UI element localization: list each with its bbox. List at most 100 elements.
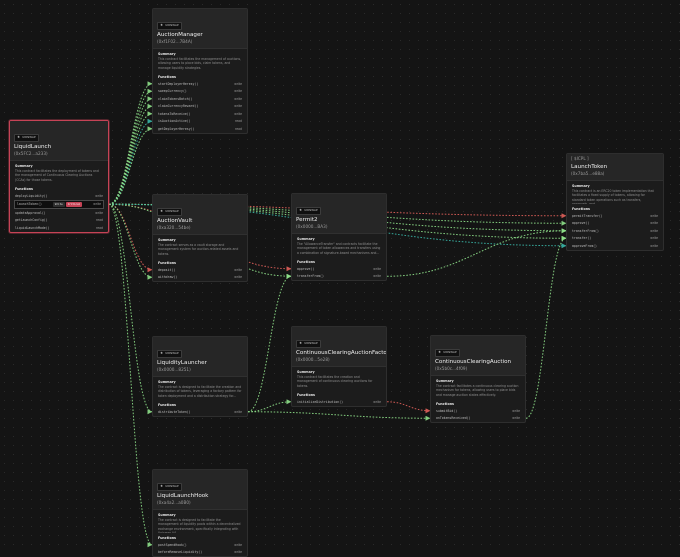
function-row[interactable]: sweepCurrency() write: [153, 88, 247, 96]
function-name: deposit(): [158, 267, 176, 272]
function-row[interactable]: transferFrom() write: [567, 227, 663, 235]
protocol-badge-label: UNISWAP: [443, 351, 457, 354]
function-row[interactable]: deployLiquidity() write: [10, 192, 108, 200]
function-visibility: write: [234, 409, 242, 414]
function-row[interactable]: distributeToken() write: [153, 408, 247, 416]
summary-heading: Summary: [158, 52, 176, 56]
summary-text: The "AllowanceTransfer" and contracts fa…: [297, 242, 381, 255]
protocol-badge: ★ UNISWAP: [157, 482, 182, 491]
function-row[interactable]: transferFrom() write: [292, 273, 386, 281]
summary-heading: Summary: [297, 237, 315, 241]
unicorn-icon: ★: [438, 350, 442, 354]
function-row[interactable]: approveFrom() write: [567, 242, 663, 250]
call-edge: [108, 203, 153, 548]
call-edge: [108, 88, 153, 205]
function-row[interactable]: claimCurrencyReward() write: [153, 103, 247, 111]
functions-heading: Functions: [158, 75, 177, 79]
contract-address: (0x5FC2...a233): [14, 151, 48, 156]
function-visibility: write: [234, 550, 242, 555]
function-name: initializeDistribution(): [297, 399, 344, 404]
function-row[interactable]: deposit() write: [153, 266, 247, 274]
contract-address: (0x0000...5e28): [296, 357, 330, 362]
unicorn-icon: ★: [17, 135, 21, 139]
function-visibility: write: [373, 399, 381, 404]
function-row[interactable]: approve() write: [292, 265, 386, 273]
contract-address: (0x0000...8251): [157, 367, 191, 372]
function-row[interactable]: postSpendHook() write: [153, 541, 247, 549]
call-edge: [108, 118, 153, 205]
function-row[interactable]: updateApproval() write: [10, 209, 108, 217]
function-row[interactable]: tokensToReceive() write: [153, 110, 247, 118]
function-row[interactable]: initializeDistribution() write: [292, 398, 386, 406]
function-visibility: write: [234, 104, 242, 109]
function-name: beforeRemoveLiquidity(): [158, 550, 203, 555]
function-row[interactable]: getLaunchConfig() read: [10, 217, 108, 225]
contract-header: ★ UNISWAP AuctionManager (0xf1F02...7B4A): [153, 9, 247, 49]
function-visibility: write: [650, 243, 658, 248]
function-visibility: write: [95, 210, 103, 215]
contract-address: (0xa320...54be): [157, 225, 191, 230]
function-tags: Write Critical: [52, 201, 83, 207]
contract-title: AuctionManager: [157, 32, 203, 38]
call-edge: [108, 111, 153, 205]
protocol-badge-label: UNISWAP: [304, 342, 318, 345]
function-name: sweepCurrency(): [158, 89, 187, 94]
unicorn-icon: ★: [299, 208, 303, 212]
function-name: tokensToReceive(): [158, 111, 191, 116]
protocol-badge: ★ UNISWAP: [296, 339, 321, 348]
unicorn-icon: ★: [160, 23, 164, 27]
function-row[interactable]: claimTokensBatch() write: [153, 95, 247, 103]
contract-card-liquidity-launcher[interactable]: ★ UNISWAP LiquidityLauncher (0x0000...8251)…: [152, 336, 248, 417]
summary-text: This contract facilitates the creation a…: [297, 375, 373, 388]
contract-card-launch-token[interactable]: [ $ICPL ] LaunchToken (0x7ba5...e88a) Summa…: [566, 153, 664, 251]
function-row[interactable]: liquidLaunchMode() read: [10, 224, 108, 232]
protocol-badge-label: UNISWAP: [165, 24, 179, 27]
contract-card-permit2[interactable]: ★ UNISWAP Permit2 (0x0000...BA3) Summary The …: [291, 193, 387, 281]
function-name: liquidLaunchMode(): [15, 225, 50, 230]
function-row[interactable]: withdraw() write: [153, 274, 247, 282]
function-name: isAuctionActive(): [158, 119, 191, 124]
function-row[interactable]: getDeployerHeresy() read: [153, 125, 247, 133]
function-row[interactable]: isAuctionActive() read: [153, 118, 247, 126]
function-row[interactable]: submitBid() write: [431, 407, 525, 415]
call-edge: [247, 273, 292, 413]
contract-header: ★ UNISWAP LiquidLaunchHook (0xa4a2...a0B0): [153, 470, 247, 510]
write-tag: Write: [52, 201, 65, 207]
function-name: claimCurrencyReward(): [158, 104, 199, 109]
contract-card-liquid-launch[interactable]: ★ UNISWAP LiquidLaunch (0x5FC2...a233) Summa…: [9, 120, 109, 233]
unicorn-icon: ★: [160, 351, 164, 355]
contract-card-cca[interactable]: ★ UNISWAP ContinuousClearingAuction (0x5b0c…: [430, 335, 526, 423]
protocol-badge: ★ UNISWAP: [14, 133, 39, 142]
contract-address: (0x5b0c...4f09): [435, 366, 468, 371]
function-row[interactable]: approve() write: [567, 220, 663, 228]
summary-heading: Summary: [158, 238, 176, 242]
function-row[interactable]: transfer() write: [567, 235, 663, 243]
function-name: updateApproval(): [15, 210, 46, 215]
function-name: getLaunchConfig(): [15, 218, 48, 223]
function-name: postSpendHook(): [158, 542, 187, 547]
functions-heading: Functions: [158, 261, 177, 265]
contract-title: LaunchToken: [571, 164, 608, 170]
contract-card-auction-vault[interactable]: ★ UNISWAP AuctionVault (0xa320...54be) Summa…: [152, 194, 248, 282]
contract-card-liquid-launch-hook[interactable]: ★ UNISWAP LiquidLaunchHook (0xa4a2...a0B0) S…: [152, 469, 248, 557]
functions-heading: Functions: [572, 207, 591, 211]
function-name: approve(): [572, 221, 590, 226]
protocol-badge-label: UNISWAP: [165, 210, 179, 213]
contract-header: ★ UNISWAP LiquidityLauncher (0x0000...8251): [153, 337, 247, 377]
function-row[interactable]: startDeployerHeresy() write: [153, 80, 247, 88]
contract-header: ★ UNISWAP LiquidLaunch (0x5FC2...a233): [10, 121, 108, 161]
function-name: deployLiquidity(): [15, 193, 48, 198]
function-row[interactable]: permitTransfer() write: [567, 212, 663, 220]
contract-card-auction-manager[interactable]: ★ UNISWAP AuctionManager (0xf1F02...7B4A) Su…: [152, 8, 248, 134]
function-row[interactable]: onTokensReceived() write: [431, 415, 525, 423]
call-edge: [525, 235, 567, 419]
function-row[interactable]: beforeRemoveLiquidity() write: [153, 549, 247, 557]
call-edge: [386, 401, 431, 414]
function-visibility: write: [234, 111, 242, 116]
function-name: approve(): [297, 266, 315, 271]
call-edge: [108, 203, 153, 273]
protocol-badge: ★ UNISWAP: [435, 348, 460, 357]
function-row[interactable]: launchToken() Write Critical write: [14, 199, 104, 209]
contract-card-cca-factory[interactable]: ★ UNISWAP ContinuousClearingAuctionFactory…: [291, 326, 387, 407]
function-name: launchToken(): [17, 202, 42, 207]
